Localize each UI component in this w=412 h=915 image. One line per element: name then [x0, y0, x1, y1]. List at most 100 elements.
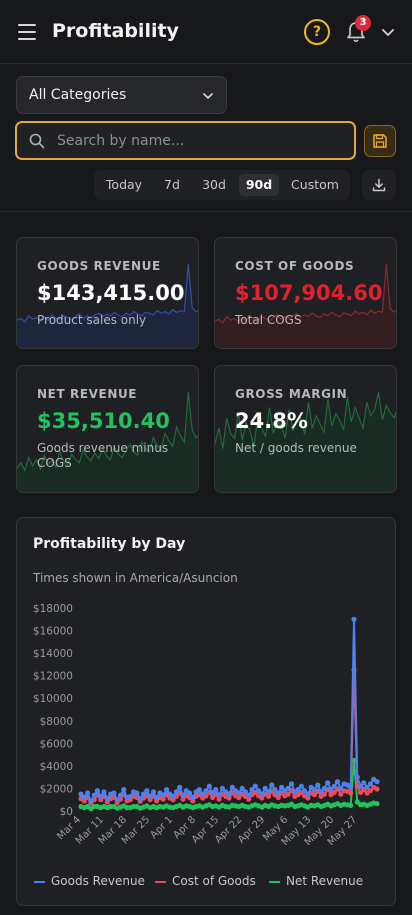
- card-value: 24.8%: [235, 409, 308, 433]
- data-point[interactable]: [374, 801, 380, 807]
- data-point[interactable]: [81, 794, 87, 801]
- data-point[interactable]: [226, 791, 232, 797]
- legend-goods-revenue[interactable]: Goods Revenue: [34, 874, 145, 888]
- legend-label: Goods Revenue: [51, 874, 145, 888]
- data-point[interactable]: [91, 792, 97, 798]
- range-90d[interactable]: 90d: [239, 174, 279, 196]
- data-point[interactable]: [259, 791, 265, 797]
- data-point[interactable]: [160, 792, 166, 798]
- data-point[interactable]: [285, 785, 291, 791]
- data-point[interactable]: [265, 789, 272, 795]
- data-point[interactable]: [121, 787, 127, 793]
- timezone-note: Times shown in America/Asuncion: [33, 571, 238, 585]
- card-subtitle: Goods revenue minus COGS: [37, 441, 169, 470]
- data-point[interactable]: [88, 798, 94, 804]
- y-tick-label: $10000: [33, 693, 73, 705]
- data-point[interactable]: [180, 792, 186, 798]
- data-point[interactable]: [101, 789, 107, 795]
- data-point[interactable]: [177, 784, 183, 790]
- data-point[interactable]: [170, 793, 176, 799]
- y-tick-label: $6000: [40, 738, 73, 750]
- data-point[interactable]: [321, 785, 327, 791]
- goods-revenue-card: GOODS REVENUE $143,415.00 Product sales …: [16, 237, 199, 349]
- data-point[interactable]: [315, 782, 321, 788]
- data-point[interactable]: [144, 788, 150, 794]
- data-point[interactable]: [275, 794, 281, 801]
- data-point[interactable]: [374, 779, 380, 785]
- data-point[interactable]: [117, 792, 124, 798]
- data-point[interactable]: [265, 793, 272, 799]
- data-point[interactable]: [338, 785, 344, 791]
- chart-legend: Goods Revenue Cost of Goods Net Revenue: [17, 874, 397, 892]
- download-button[interactable]: [362, 170, 396, 200]
- data-point[interactable]: [331, 783, 337, 789]
- data-point[interactable]: [367, 781, 373, 787]
- save-button[interactable]: [364, 125, 396, 157]
- data-point[interactable]: [252, 783, 258, 789]
- data-point[interactable]: [186, 790, 193, 796]
- data-point[interactable]: [311, 787, 318, 793]
- range-30d[interactable]: 30d: [194, 174, 234, 196]
- data-point[interactable]: [298, 783, 304, 789]
- data-point[interactable]: [114, 797, 120, 803]
- y-tick-label: $14000: [33, 648, 73, 660]
- data-point[interactable]: [163, 787, 170, 793]
- top-bar: Profitability ? 3: [0, 0, 412, 64]
- data-point[interactable]: [98, 793, 104, 799]
- data-point[interactable]: [348, 802, 354, 808]
- cost-of-goods-card: COST OF GOODS $107,904.60 Total COGS: [214, 237, 397, 349]
- data-point[interactable]: [85, 790, 91, 796]
- data-point[interactable]: [236, 790, 242, 796]
- data-point[interactable]: [325, 780, 331, 786]
- data-point[interactable]: [348, 790, 354, 796]
- data-point[interactable]: [147, 793, 153, 799]
- data-point[interactable]: [348, 784, 354, 790]
- y-tick-label: $12000: [33, 671, 73, 683]
- data-point[interactable]: [150, 789, 156, 795]
- data-point[interactable]: [154, 794, 160, 801]
- notification-badge: 3: [355, 15, 371, 31]
- data-point[interactable]: [196, 787, 202, 793]
- data-point[interactable]: [104, 796, 110, 802]
- data-point[interactable]: [361, 780, 367, 786]
- data-point[interactable]: [213, 787, 219, 793]
- data-point[interactable]: [351, 616, 357, 622]
- data-point[interactable]: [111, 790, 117, 796]
- y-tick-label: $0: [60, 806, 73, 818]
- menu-icon[interactable]: [18, 24, 36, 40]
- data-point[interactable]: [206, 783, 212, 789]
- data-point[interactable]: [354, 774, 360, 780]
- card-value: $143,415.00: [37, 281, 185, 305]
- card-subtitle: Net / goods revenue: [235, 441, 357, 455]
- data-point[interactable]: [190, 794, 196, 801]
- range-7d[interactable]: 7d: [152, 174, 192, 196]
- category-select[interactable]: All Categories: [16, 76, 227, 114]
- range-custom[interactable]: Custom: [284, 174, 346, 196]
- legend-net-revenue[interactable]: Net Revenue: [269, 874, 363, 888]
- data-point[interactable]: [173, 789, 179, 795]
- data-point[interactable]: [288, 781, 295, 787]
- y-tick-label: $8000: [40, 716, 73, 728]
- card-label: COST OF GOODS: [235, 259, 355, 273]
- data-point[interactable]: [374, 786, 380, 792]
- chevron-down-icon[interactable]: [380, 24, 396, 40]
- data-point[interactable]: [127, 793, 133, 799]
- data-point[interactable]: [137, 796, 143, 802]
- data-point[interactable]: [275, 790, 281, 796]
- data-point[interactable]: [305, 791, 311, 797]
- net-revenue-card: NET REVENUE $35,510.40 Goods revenue min…: [16, 365, 199, 493]
- legend-cost-of-goods[interactable]: Cost of Goods: [155, 874, 256, 888]
- search-input[interactable]: [57, 131, 337, 151]
- data-point[interactable]: [94, 788, 100, 794]
- data-point[interactable]: [246, 792, 252, 798]
- data-point[interactable]: [203, 788, 209, 794]
- range-today[interactable]: Today: [98, 174, 150, 196]
- data-point[interactable]: [269, 782, 275, 788]
- data-point[interactable]: [216, 792, 222, 798]
- data-point[interactable]: [134, 790, 140, 796]
- data-point[interactable]: [334, 779, 341, 785]
- help-icon[interactable]: ?: [304, 19, 330, 45]
- search-box: [15, 121, 356, 160]
- category-select-value: All Categories: [29, 87, 127, 103]
- search-icon: [29, 133, 45, 149]
